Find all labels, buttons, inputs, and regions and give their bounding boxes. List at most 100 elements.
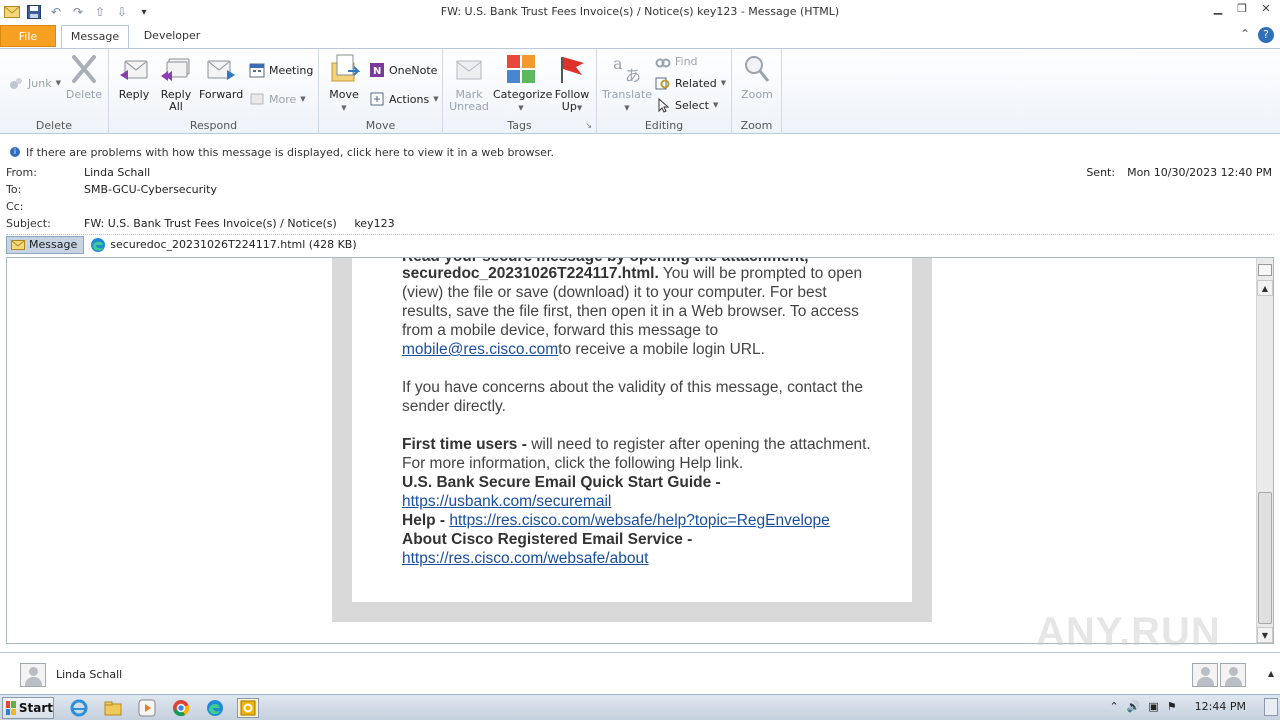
mobile-email-link[interactable]: mobile@res.cisco.com — [402, 341, 558, 358]
media-player-icon[interactable] — [136, 698, 158, 718]
attachment-file[interactable]: securedoc_20231026T224117.html (428 KB) — [90, 237, 357, 253]
group-zoom: Zoom Zoom — [732, 49, 782, 134]
sender-avatar[interactable] — [20, 663, 46, 687]
tab-message[interactable]: Message — [61, 25, 129, 48]
follow-up-button[interactable]: Follow Up▼ — [551, 53, 593, 114]
outlook-taskbar-icon[interactable] — [237, 698, 259, 718]
subject-label: Subject: — [6, 217, 51, 230]
delete-button[interactable]: Delete — [64, 53, 104, 101]
forward-icon — [207, 60, 235, 80]
close-button[interactable]: ✕ — [1258, 2, 1274, 18]
sent-value: Mon 10/30/2023 12:40 PM — [1127, 166, 1272, 179]
group-editing: aあ Translate ▼ Find Related ▼ Select ▼ Edit… — [597, 49, 732, 134]
chrome-icon[interactable] — [170, 698, 192, 718]
window-title: FW: U.S. Bank Trust Fees Invoice(s) / No… — [440, 5, 840, 18]
related-button[interactable]: Related ▼ — [655, 73, 726, 93]
group-label-tags: Tags — [507, 119, 532, 132]
onenote-button[interactable]: N OneNote — [369, 60, 437, 80]
info-bar-text[interactable]: If there are problems with how this mess… — [26, 146, 554, 159]
start-button[interactable]: Start — [2, 697, 54, 719]
select-button[interactable]: Select ▼ — [655, 95, 718, 115]
onenote-icon: N — [370, 63, 384, 77]
cc-label: Cc: — [6, 200, 24, 213]
email-outer-frame: Read your secure message by opening the … — [332, 258, 932, 622]
forward-button[interactable]: Forward — [199, 53, 243, 101]
actions-button[interactable]: Actions ▼ — [369, 89, 439, 109]
contact-avatar-2[interactable] — [1220, 663, 1246, 687]
previous-item-icon[interactable]: ⇧ — [92, 4, 108, 20]
group-label-move: Move — [365, 119, 396, 132]
title-bar: ↶ ↷ ⇧ ⇩ ▾ FW: U.S. Bank Trust Fees Invoi… — [0, 0, 1280, 24]
zoom-button[interactable]: Zoom — [736, 53, 778, 101]
internet-explorer-icon[interactable] — [68, 698, 90, 718]
from-value[interactable]: Linda Schall — [84, 166, 150, 179]
meeting-button[interactable]: Meeting — [249, 60, 313, 80]
scrollbar-zoom-icon[interactable] — [1258, 264, 1272, 276]
scroll-up-arrow[interactable]: ▲ — [1257, 280, 1273, 296]
info-bar[interactable]: i If there are problems with how this me… — [0, 144, 1280, 160]
reply-all-button[interactable]: Reply All — [156, 53, 196, 113]
tags-dialog-launcher-icon[interactable]: ↘ — [585, 121, 592, 130]
related-icon — [655, 77, 670, 90]
body-scrollbar[interactable]: ▲ ▼ — [1256, 258, 1273, 643]
system-tray: ⌃ 🔊 ▣ ⚑ 12:44 PM — [1109, 700, 1246, 713]
expand-people-pane-icon[interactable]: ▲ — [1268, 669, 1274, 678]
categorize-button[interactable]: Categorize ▼ — [493, 53, 552, 114]
more-respond-button[interactable]: More ▼ — [249, 89, 306, 109]
actions-icon — [370, 92, 384, 106]
windows-logo-icon — [6, 701, 16, 715]
minimize-button[interactable]: ▁ — [1210, 2, 1226, 18]
file-explorer-icon[interactable] — [102, 698, 124, 718]
svg-text:あ: あ — [625, 66, 641, 85]
translate-icon: aあ — [613, 54, 641, 85]
group-label-zoom: Zoom — [740, 119, 773, 132]
mark-unread-button[interactable]: Mark Unread — [449, 53, 489, 113]
move-button[interactable]: Move ▼ — [325, 53, 363, 114]
edge-icon[interactable] — [204, 698, 226, 718]
people-pane: Linda Schall ▲ — [0, 652, 1280, 692]
help-icon[interactable]: ? — [1258, 27, 1274, 43]
restore-button[interactable]: ❐ — [1234, 2, 1250, 18]
group-delete: Junk ▼ Delete Delete — [0, 49, 109, 134]
network-icon[interactable]: ▣ — [1148, 700, 1158, 713]
delete-x-icon — [72, 55, 96, 83]
outlook-envelope-icon — [4, 4, 20, 20]
group-label-delete: Delete — [35, 119, 73, 132]
move-folder-icon — [331, 54, 360, 82]
help-line: Help - https://res.cisco.com/websafe/hel… — [402, 512, 830, 529]
people-pane-name[interactable]: Linda Schall — [56, 668, 122, 681]
collapse-ribbon-icon[interactable]: ⌃ — [1240, 27, 1250, 43]
junk-icon — [10, 78, 22, 89]
translate-button[interactable]: aあ Translate ▼ — [601, 53, 653, 114]
attachments-bar: Message securedoc_20231026T224117.html (… — [6, 234, 1274, 254]
save-icon[interactable] — [26, 4, 42, 20]
scroll-down-arrow[interactable]: ▼ — [1257, 627, 1273, 643]
paragraph-concerns: If you have concerns about the validity … — [402, 379, 863, 415]
taskbar: Start ⌃ 🔊 ▣ ⚑ 12:44 PM — [0, 694, 1280, 720]
find-button[interactable]: Find — [655, 51, 698, 71]
about-link[interactable]: https://res.cisco.com/websafe/about — [402, 550, 648, 567]
zoom-magnifier-icon — [745, 56, 770, 82]
tab-file[interactable]: File — [0, 25, 56, 47]
clock[interactable]: 12:44 PM — [1195, 700, 1246, 713]
show-hidden-icons-icon[interactable]: ⌃ — [1109, 700, 1118, 713]
contact-avatar-1[interactable] — [1192, 663, 1218, 687]
help-link[interactable]: https://res.cisco.com/websafe/help?topic… — [449, 512, 829, 529]
reply-button[interactable]: Reply — [115, 53, 153, 101]
junk-button[interactable]: Junk ▼ — [8, 73, 61, 93]
redo-icon[interactable]: ↷ — [70, 4, 86, 20]
customize-qat-icon[interactable]: ▾ — [136, 4, 152, 20]
action-center-flag-icon[interactable]: ⚑ — [1167, 700, 1177, 713]
undo-icon[interactable]: ↶ — [48, 4, 64, 20]
volume-icon[interactable]: 🔊 — [1127, 700, 1141, 713]
paragraph-open-attachment: securedoc_20231026T224117.html. You will… — [402, 265, 863, 358]
tab-developer[interactable]: Developer — [136, 25, 208, 48]
securemail-link[interactable]: https://usbank.com/securemail — [402, 493, 611, 510]
follow-up-flag-icon — [561, 57, 584, 83]
to-value[interactable]: SMB-GCU-Cybersecurity — [84, 183, 217, 196]
show-desktop-button[interactable] — [1264, 698, 1278, 716]
next-item-icon[interactable]: ⇩ — [114, 4, 130, 20]
scroll-thumb[interactable] — [1258, 492, 1272, 624]
message-view-tab[interactable]: Message — [6, 235, 85, 254]
meeting-calendar-icon — [249, 63, 265, 78]
